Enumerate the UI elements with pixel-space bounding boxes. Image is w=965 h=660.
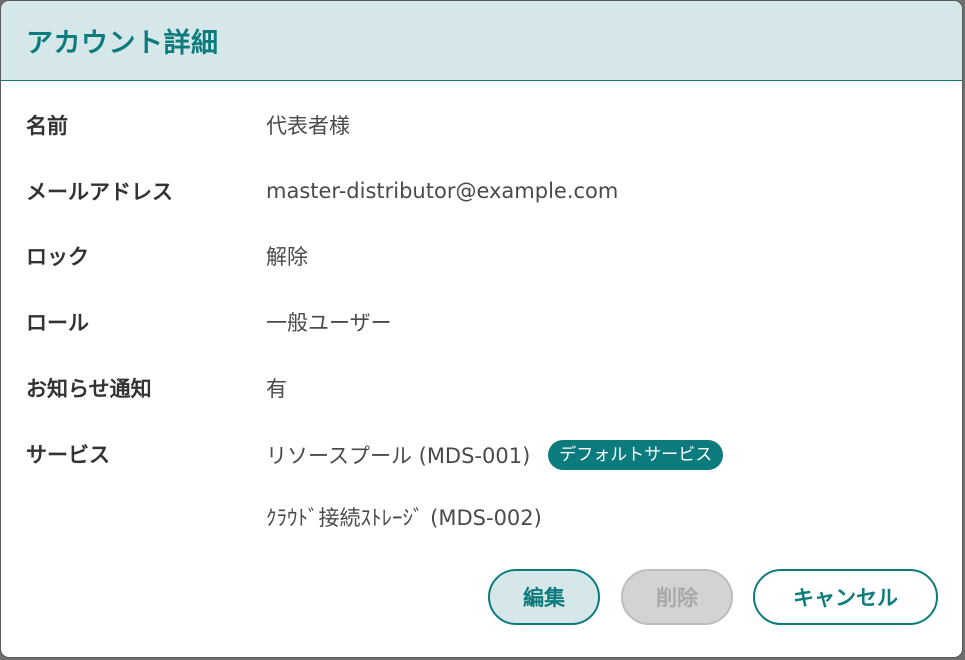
field-row-role: ロール 一般ユーザー [26, 307, 392, 337]
cancel-button[interactable]: キャンセル [753, 569, 938, 625]
field-label-name: 名前 [26, 114, 68, 138]
field-value-email: master-distributor@example.com [266, 179, 619, 203]
field-value-notification: 有 [266, 377, 287, 401]
service-item: ｸﾗｳﾄﾞ接続ｽﾄﾚｰｼﾞ (MDS-002) [266, 502, 542, 532]
service-item: リソースプール (MDS-001) デフォルトサービス [266, 440, 724, 470]
field-row-email: メールアドレス master-distributor@example.com [26, 176, 618, 206]
service-name: ｸﾗｳﾄﾞ接続ｽﾄﾚｰｼﾞ (MDS-002) [266, 506, 542, 530]
field-value-role: 一般ユーザー [266, 311, 392, 335]
field-row-name: 名前 代表者様 [26, 110, 350, 140]
default-service-badge: デフォルトサービス [548, 440, 724, 470]
field-label-notification: お知らせ通知 [26, 377, 152, 401]
edit-button[interactable]: 編集 [488, 569, 600, 625]
field-row-lock: ロック 解除 [26, 241, 308, 271]
delete-button[interactable]: 削除 [621, 569, 733, 625]
field-label-services: サービス [26, 443, 110, 467]
account-detail-dialog: アカウント詳細 名前 代表者様 メールアドレス master-distribut… [1, 1, 962, 657]
field-row-notification: お知らせ通知 有 [26, 373, 287, 403]
field-value-lock: 解除 [266, 245, 308, 269]
field-label-lock: ロック [26, 245, 89, 269]
dialog-title: アカウント詳細 [26, 28, 219, 59]
field-row-services: サービス [26, 439, 266, 469]
field-label-email: メールアドレス [26, 180, 173, 204]
field-label-role: ロール [26, 311, 89, 335]
field-value-name: 代表者様 [266, 114, 350, 138]
dialog-header: アカウント詳細 [1, 1, 962, 81]
service-name: リソースプール (MDS-001) [266, 444, 531, 468]
